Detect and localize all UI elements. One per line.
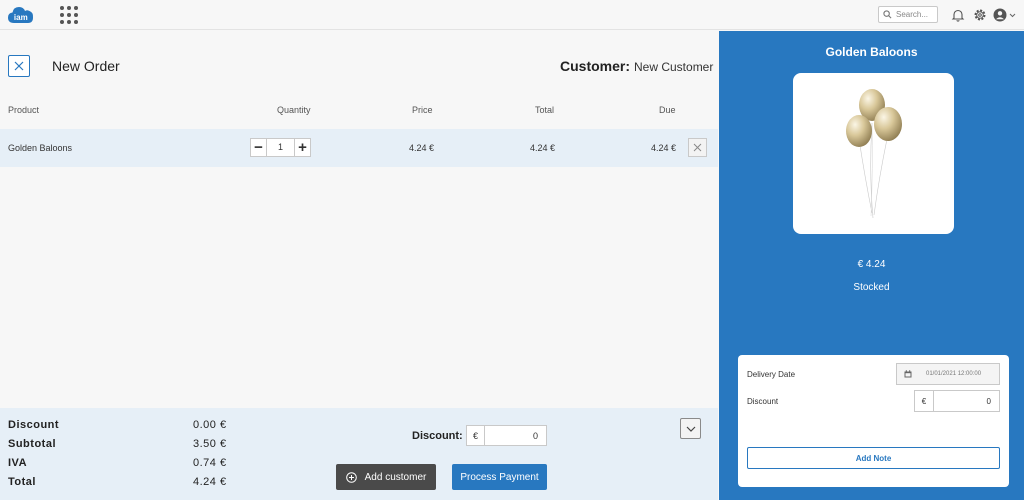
decrement-button[interactable]: − xyxy=(251,139,266,156)
summary-total-value: 4.24 € xyxy=(193,476,227,488)
apps-grid-icon[interactable] xyxy=(60,6,78,24)
item-discount-input[interactable] xyxy=(934,391,999,411)
summary-total-label: Total xyxy=(8,476,36,488)
product-detail-panel: Golden Baloons € 4.24 Stocked Delivery D… xyxy=(719,31,1024,500)
add-circle-icon xyxy=(345,471,357,483)
gear-icon[interactable] xyxy=(973,8,987,22)
add-customer-button[interactable]: Add customer xyxy=(336,464,436,490)
product-image xyxy=(793,73,954,234)
header-price: Price xyxy=(412,105,433,115)
chevron-down-icon xyxy=(1009,13,1016,17)
delivery-date-label: Delivery Date xyxy=(747,370,796,379)
search-box[interactable] xyxy=(878,6,940,23)
increment-button[interactable]: + xyxy=(295,139,310,156)
summary-discount-label: Discount xyxy=(8,419,60,431)
calendar-icon xyxy=(904,370,912,378)
quantity-value[interactable]: 1 xyxy=(266,139,295,156)
search-icon xyxy=(883,10,892,19)
svg-text:iam: iam xyxy=(14,13,28,22)
total-value: 4.24 € xyxy=(530,143,556,153)
header-product: Product xyxy=(8,105,40,115)
chevron-down-icon xyxy=(686,426,695,432)
price-value: 4.24 € xyxy=(409,143,435,153)
order-details-card: Delivery Date 01/01/2021 12:00:00 Discou… xyxy=(738,355,1009,487)
remove-item-button[interactable] xyxy=(688,138,707,157)
product-name: Golden Baloons xyxy=(8,143,73,153)
balloons-image xyxy=(846,89,902,219)
close-order-button[interactable] xyxy=(8,55,30,77)
summary-subtotal-label: Subtotal xyxy=(8,438,56,450)
delivery-date-picker[interactable]: 01/01/2021 12:00:00 xyxy=(896,363,1000,385)
header-quantity: Quantity xyxy=(277,105,311,115)
close-icon xyxy=(14,61,24,71)
product-price: € 4.24 xyxy=(857,259,886,270)
process-payment-button[interactable]: Process Payment xyxy=(452,464,547,490)
currency-symbol: € xyxy=(915,391,934,411)
summary-iva-value: 0.74 € xyxy=(193,457,227,469)
expand-button[interactable] xyxy=(680,418,701,439)
discount-field[interactable]: € xyxy=(466,425,547,446)
due-value: 4.24 € xyxy=(651,143,677,153)
summary-discount-value: 0.00 € xyxy=(193,419,227,431)
add-customer-label: Add customer xyxy=(364,471,427,483)
user-icon xyxy=(993,8,1007,22)
summary-subtotal-value: 3.50 € xyxy=(193,438,227,450)
discount-label: Discount: xyxy=(412,430,463,442)
order-summary: Discount 0.00 € Subtotal 3.50 € IVA 0.74… xyxy=(0,408,718,500)
item-discount-field[interactable]: € xyxy=(914,390,1000,412)
table-row[interactable]: Golden Baloons − 1 + 4.24 € 4.24 € 4.24 … xyxy=(0,129,718,167)
close-icon xyxy=(693,143,702,152)
header-due: Due xyxy=(659,105,676,115)
header-total: Total xyxy=(535,105,555,115)
delivery-date-value: 01/01/2021 12:00:00 xyxy=(926,371,982,377)
discount-input[interactable] xyxy=(485,426,546,445)
customer-value[interactable]: New Customer xyxy=(634,60,713,74)
order-panel: New Order Customer: New Customer Product… xyxy=(0,31,718,500)
page-title: New Order xyxy=(52,58,120,74)
add-note-button[interactable]: Add Note xyxy=(747,447,1000,469)
search-input[interactable] xyxy=(896,10,940,19)
logo[interactable]: iam xyxy=(8,5,34,24)
summary-iva-label: IVA xyxy=(8,457,28,469)
currency-symbol: € xyxy=(467,426,485,445)
top-bar: iam xyxy=(0,0,1024,30)
customer-label: Customer: xyxy=(560,58,631,74)
stock-status: Stocked xyxy=(853,282,890,293)
user-menu[interactable] xyxy=(993,7,1017,23)
item-discount-label: Discount xyxy=(747,397,779,406)
bell-icon[interactable] xyxy=(951,8,965,22)
product-title: Golden Baloons xyxy=(825,45,918,59)
quantity-stepper[interactable]: − 1 + xyxy=(250,138,311,157)
